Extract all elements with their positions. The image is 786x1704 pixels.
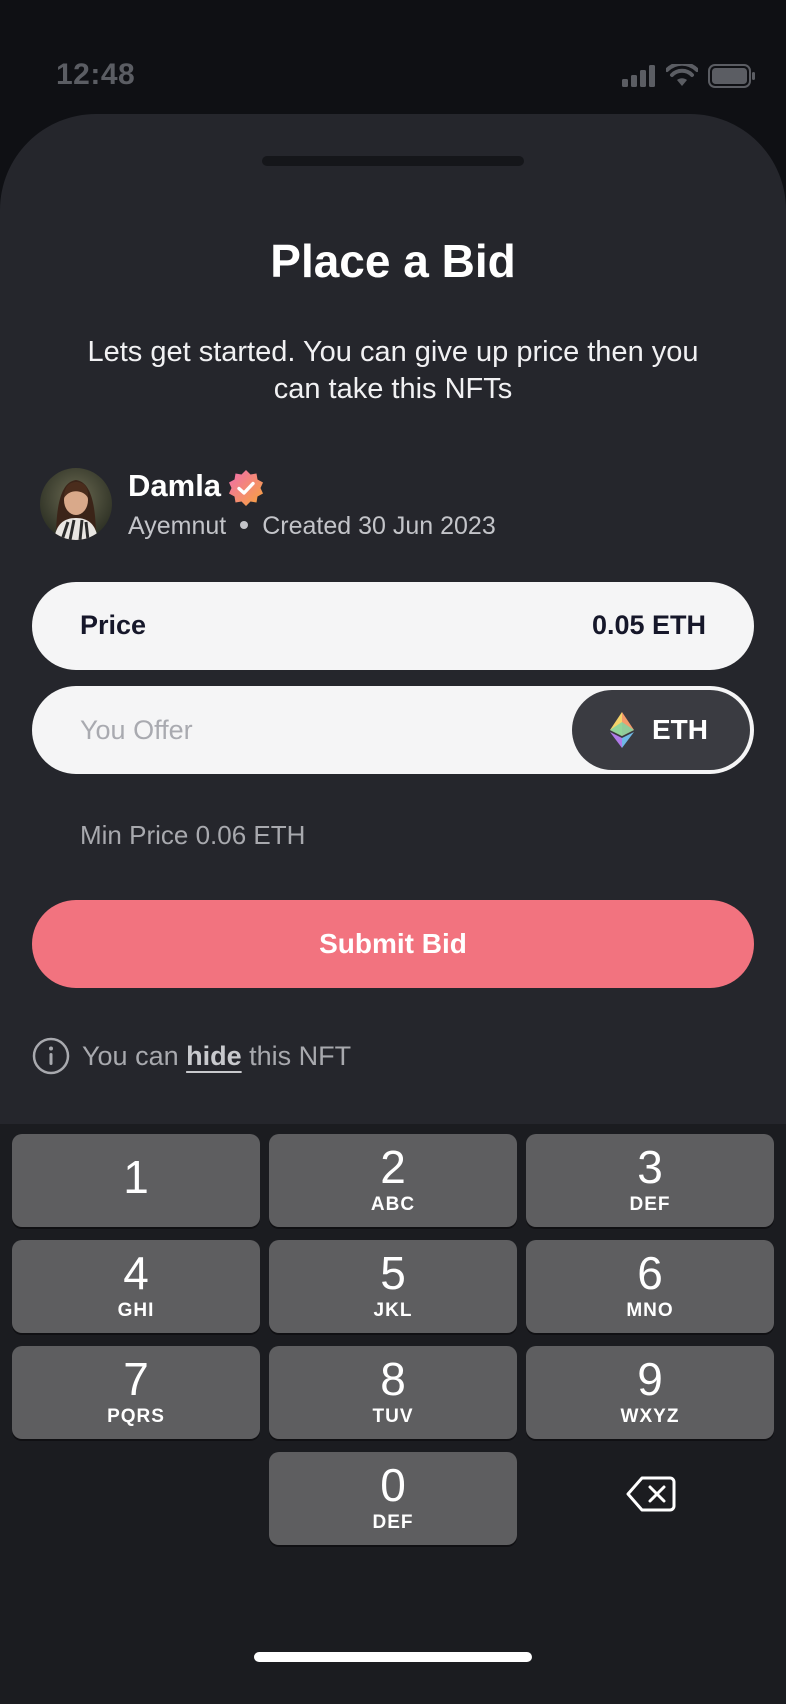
separator-dot bbox=[240, 520, 249, 529]
creator-handle: Ayemnut bbox=[128, 512, 227, 540]
key-digit: 1 bbox=[123, 1151, 149, 1203]
offer-field[interactable]: ETH bbox=[32, 686, 754, 774]
hint-prefix: You can bbox=[82, 1040, 179, 1071]
ethereum-icon bbox=[610, 712, 634, 748]
key-8[interactable]: 8 TUV bbox=[269, 1346, 517, 1439]
key-letters: WXYZ bbox=[620, 1406, 680, 1427]
price-label: Price bbox=[80, 610, 147, 640]
key-3[interactable]: 3 DEF bbox=[526, 1134, 774, 1227]
min-price-note: Min Price 0.06 ETH bbox=[80, 820, 306, 850]
currency-label: ETH bbox=[652, 714, 708, 745]
price-display: Price 0.05 ETH bbox=[32, 582, 754, 670]
verified-badge-icon bbox=[229, 470, 263, 506]
key-1[interactable]: 1 bbox=[12, 1134, 260, 1227]
avatar[interactable] bbox=[40, 468, 112, 540]
offer-input[interactable] bbox=[80, 710, 540, 750]
price-value: 0.05 ETH bbox=[591, 610, 706, 640]
hide-nft-link[interactable]: hide bbox=[186, 1041, 242, 1071]
sheet-subtitle: Lets get started. You can give up price … bbox=[87, 336, 699, 405]
currency-selector[interactable]: ETH bbox=[572, 690, 750, 770]
status-time: 12:48 bbox=[56, 58, 136, 91]
hint-text: You can hide this NFT bbox=[82, 1041, 351, 1072]
key-0[interactable]: 0 DEF bbox=[269, 1452, 517, 1545]
key-digit: 2 bbox=[380, 1141, 406, 1193]
backspace-icon[interactable] bbox=[626, 1476, 676, 1512]
key-letters: TUV bbox=[372, 1406, 414, 1427]
key-2[interactable]: 2 ABC bbox=[269, 1134, 517, 1227]
key-6[interactable]: 6 MNO bbox=[526, 1240, 774, 1333]
key-letters: ABC bbox=[370, 1194, 416, 1215]
key-digit: 7 bbox=[123, 1353, 149, 1405]
battery-icon bbox=[708, 64, 755, 88]
key-5[interactable]: 5 JKL bbox=[269, 1240, 517, 1333]
key-digit: 6 bbox=[637, 1247, 663, 1299]
home-indicator bbox=[254, 1652, 532, 1662]
wifi-icon bbox=[666, 64, 698, 86]
key-digit: 5 bbox=[380, 1247, 406, 1299]
sheet-title: Place a Bid bbox=[270, 235, 516, 287]
bid-sheet: Place a Bid Lets get started. You can gi… bbox=[0, 114, 786, 1124]
hide-nft-hint: You can hide this NFT bbox=[32, 1036, 351, 1076]
key-digit: 8 bbox=[380, 1353, 406, 1405]
key-7[interactable]: 7 PQRS bbox=[12, 1346, 260, 1439]
key-letters: GHI bbox=[117, 1300, 155, 1321]
key-letters: JKL bbox=[373, 1300, 413, 1321]
avatar-image bbox=[40, 468, 112, 540]
status-bar: 12:48 bbox=[0, 0, 786, 110]
sheet-grabber[interactable] bbox=[262, 156, 524, 166]
hint-suffix: this NFT bbox=[249, 1040, 352, 1071]
key-letters: MNO bbox=[626, 1300, 674, 1321]
key-digit: 4 bbox=[123, 1247, 149, 1299]
key-letters: DEF bbox=[372, 1512, 414, 1533]
creator-name[interactable]: Damla bbox=[128, 468, 221, 504]
info-icon bbox=[32, 1037, 70, 1075]
key-9[interactable]: 9 WXYZ bbox=[526, 1346, 774, 1439]
creator-meta: Ayemnut Created 30 Jun 2023 bbox=[128, 512, 496, 541]
status-icons bbox=[622, 64, 756, 88]
key-4[interactable]: 4 GHI bbox=[12, 1240, 260, 1333]
key-digit: 3 bbox=[637, 1141, 663, 1193]
key-letters: DEF bbox=[629, 1194, 671, 1215]
key-letters: PQRS bbox=[107, 1406, 165, 1427]
numeric-keypad: 1 2 ABC 3 DEF 4 GHI 5 JKL 6 MNO 7 PQRS 8… bbox=[0, 1124, 786, 1704]
created-date: Created 30 Jun 2023 bbox=[262, 512, 496, 540]
cellular-signal-icon bbox=[622, 65, 655, 87]
key-digit: 0 bbox=[380, 1459, 406, 1511]
submit-bid-button[interactable]: Submit Bid bbox=[32, 900, 754, 988]
key-digit: 9 bbox=[637, 1353, 663, 1405]
creator-row: Damla Ayemnut Created 30 Jun 2023 bbox=[40, 468, 740, 548]
